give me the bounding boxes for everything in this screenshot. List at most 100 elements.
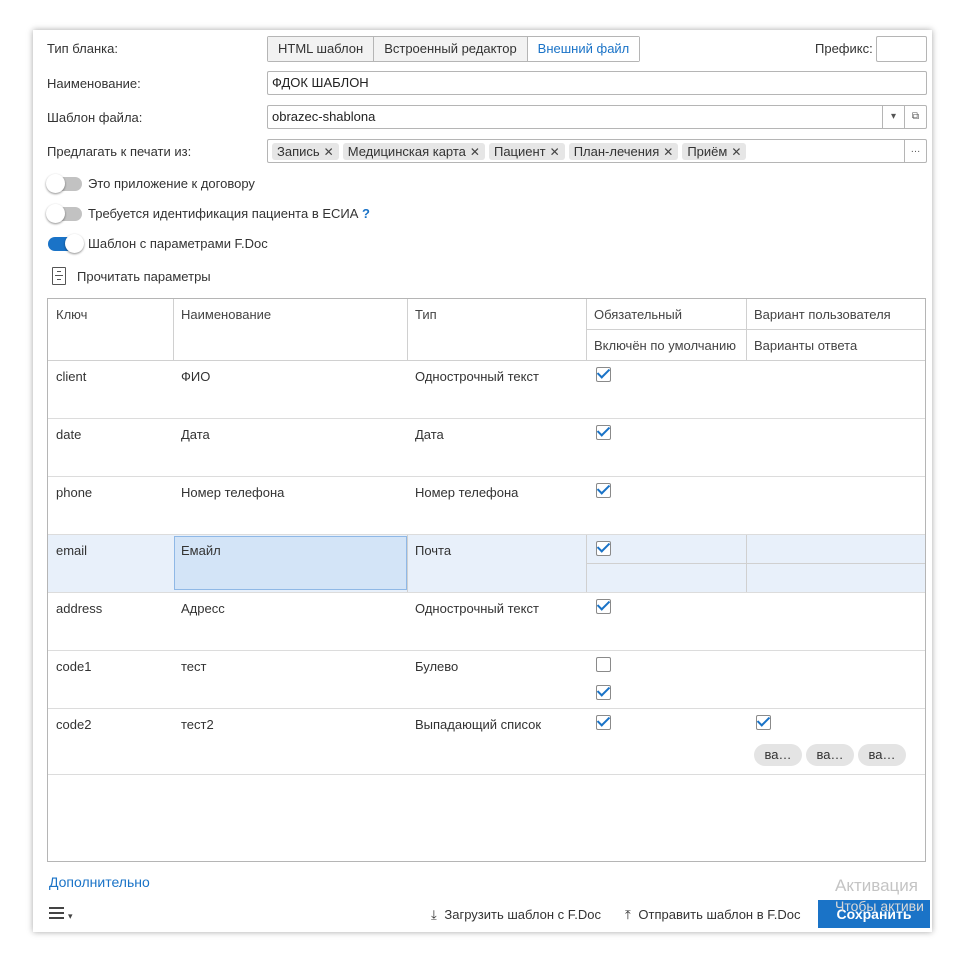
chip-label: Пациент [493,144,546,159]
chip-medical-card: Медицинская карта ✕ [342,143,485,160]
cell-name: тест [181,659,207,674]
cell-type: Номер телефона [415,485,519,500]
chip-visit: Приём ✕ [682,143,747,160]
cell-type: Дата [415,427,444,442]
header-name[interactable]: Наименование [181,307,271,322]
default-on-checkbox[interactable] [596,685,611,700]
close-icon[interactable]: ✕ [731,145,741,159]
toggle-esia-label: Требуется идентификация пациента в ЕСИА … [88,206,370,221]
toggle-esia-text: Требуется идентификация пациента в ЕСИА [88,206,359,221]
header-user-variant[interactable]: Вариант пользователя [754,307,891,322]
name-label: Наименование: [47,76,141,91]
prefix-input[interactable] [876,36,927,62]
header-answers[interactable]: Варианты ответа [754,338,857,353]
required-checkbox[interactable] [596,657,611,672]
file-template-label: Шаблон файла: [47,110,143,125]
type-option-builtin[interactable]: Встроенный редактор [374,37,528,61]
toggle-contract-label: Это приложение к договору [88,176,255,191]
file-template-select[interactable]: obrazec-shablona ▾ ⧉ [267,105,927,129]
chip-label: План-лечения [573,144,660,159]
more-options-icon[interactable]: … [904,140,926,162]
cell-name: тест2 [181,717,214,732]
template-dialog: Тип бланка: HTML шаблон Встроенный редак… [33,30,932,932]
cell-name: ФИО [181,369,211,384]
open-external-icon[interactable]: ⧉ [904,106,926,128]
send-template-label: Отправить шаблон в F.Doc [638,907,801,922]
toggle-contract-attachment[interactable] [46,174,82,193]
close-icon[interactable]: ✕ [470,145,480,159]
chip-patient: Пациент ✕ [488,143,565,160]
cell-type: Однострочный текст [415,601,539,616]
print-from-input[interactable]: Запись ✕ Медицинская карта ✕ Пациент ✕ План-ле… [267,139,927,163]
document-icon[interactable] [52,267,66,285]
type-option-html[interactable]: HTML шаблон [268,37,375,61]
cell-key: code1 [56,659,92,674]
name-input[interactable]: ФДОК ШАБЛОН [267,71,927,95]
header-default-on[interactable]: Включён по умолчанию [594,338,736,353]
load-template-label: Загрузить шаблон с F.Doc [444,907,601,922]
upload-icon: ⤒ [625,907,631,922]
table-row[interactable]: client ФИО Однострочный текст [48,361,925,419]
more-link[interactable]: Дополнительно [49,874,150,890]
table-row-selected[interactable]: email Емайл Почта [48,535,925,593]
toggle-esia-identification[interactable] [46,204,82,223]
required-checkbox[interactable] [596,541,611,556]
header-required[interactable]: Обязательный [594,307,682,322]
download-icon: ⤓ [431,907,437,922]
required-checkbox[interactable] [596,425,611,440]
required-checkbox[interactable] [596,367,611,382]
params-table: Ключ Наименование Тип Обязательный Вариа… [47,298,926,862]
toggle-knob [65,234,84,253]
send-template-button[interactable]: ⤒ Отправить шаблон в F.Doc [625,907,800,923]
required-checkbox[interactable] [596,483,611,498]
close-icon[interactable]: ✕ [550,145,560,159]
chip-record: Запись ✕ [272,143,339,160]
table-row[interactable]: code1 тест Булево [48,651,925,709]
table-row[interactable]: phone Номер телефона Номер телефона [48,477,925,535]
cell-key: phone [56,485,93,500]
answer-chip[interactable]: ва… [858,744,906,766]
form-type-segmented: HTML шаблон Встроенный редактор Внешний … [267,36,641,62]
chip-label: Приём [687,144,728,159]
activation-watermark-sub: Чтобы активи [835,898,924,914]
answer-chip[interactable]: ва… [806,744,854,766]
answer-chip[interactable]: ва… [754,744,802,766]
cell-key: date [56,427,82,442]
toggle-knob [46,204,65,223]
header-key[interactable]: Ключ [56,307,87,322]
required-checkbox[interactable] [596,599,611,614]
table-row[interactable]: code2 тест2 Выпадающий список ва… ва… ва… [48,709,925,775]
type-option-external[interactable]: Внешний файл [527,37,640,61]
close-icon[interactable]: ✕ [663,145,673,159]
header-type[interactable]: Тип [415,307,437,322]
chevron-down-icon[interactable]: ▾ [882,106,904,128]
toggle-knob [46,174,65,193]
chip-label: Медицинская карта [347,144,466,159]
chip-treatment-plan: План-лечения ✕ [568,143,679,160]
read-params-link[interactable]: Прочитать параметры [77,269,211,284]
form-type-label: Тип бланка: [47,41,118,56]
toggle-fdoc-label: Шаблон с параметрами F.Doc [88,236,268,251]
chip-label: Запись [277,144,320,159]
table-row[interactable]: date Дата Дата [48,419,925,477]
cell-type: Почта [415,543,452,558]
menu-icon[interactable]: ▾ [49,906,75,921]
cell-name: Емайл [181,543,221,558]
cell-name: Дата [181,427,210,442]
cell-name: Адресс [181,601,225,616]
cell-key: email [56,543,88,558]
table-row[interactable]: address Адресс Однострочный текст [48,593,925,651]
cell-name: Номер телефона [181,485,285,500]
prefix-label: Префикс: [815,41,873,56]
close-icon[interactable]: ✕ [324,145,334,159]
cell-name-editing[interactable]: Емайл [174,536,407,590]
load-template-button[interactable]: ⤓ Загрузить шаблон с F.Doc [431,907,601,923]
user-variant-checkbox[interactable] [756,715,771,730]
cell-key: code2 [56,717,92,732]
help-icon[interactable]: ? [362,206,370,221]
print-from-label: Предлагать к печати из: [47,144,192,159]
required-checkbox[interactable] [596,715,611,730]
file-template-value: obrazec-shablona [272,109,376,124]
toggle-fdoc-params[interactable] [48,234,84,253]
cell-type: Булево [415,659,459,674]
